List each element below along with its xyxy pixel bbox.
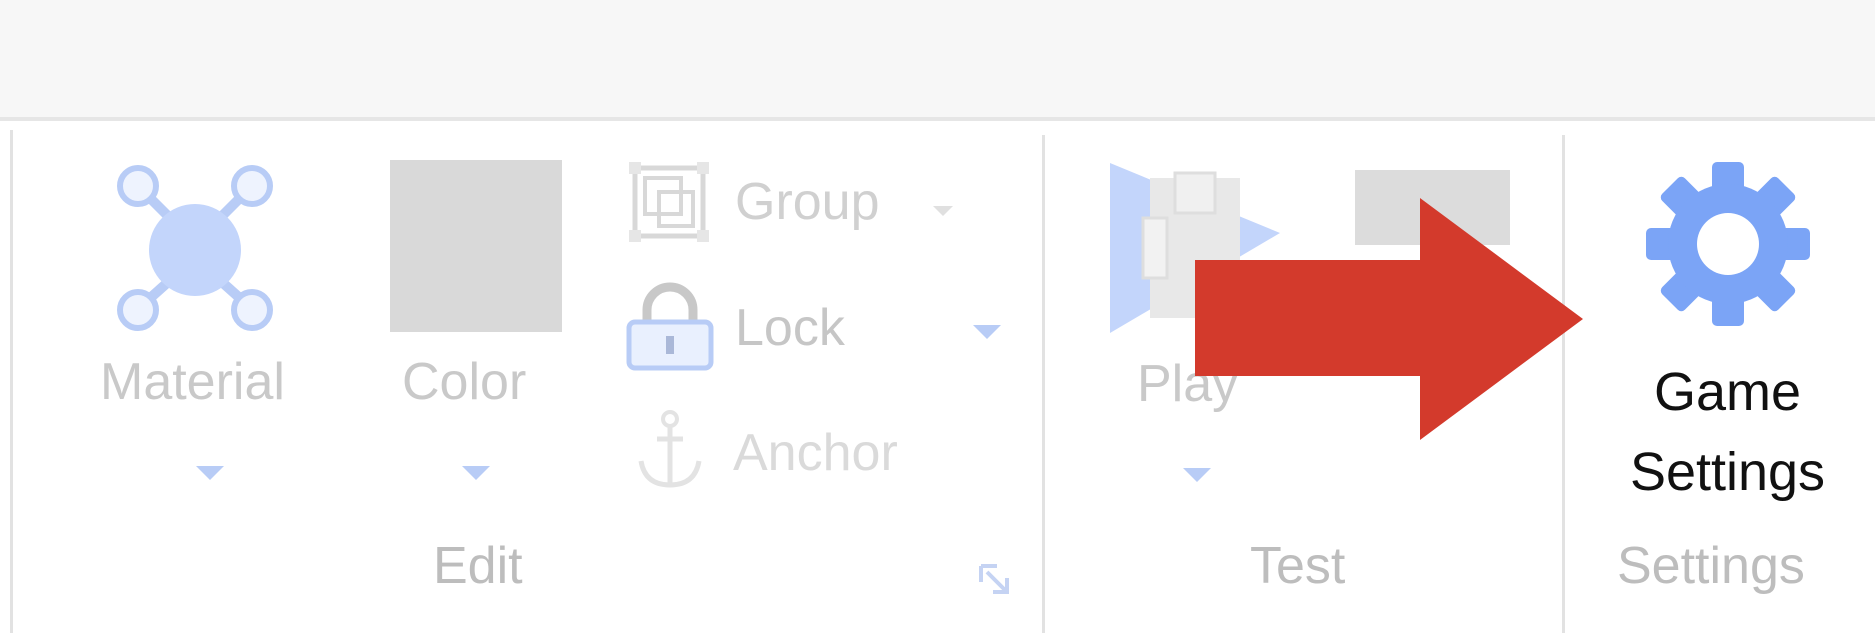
lock-button[interactable]: Lock — [625, 280, 1005, 375]
color-swatch — [390, 160, 562, 332]
group-button[interactable]: Group — [625, 158, 965, 248]
group-icon — [629, 162, 709, 242]
group-dropdown-caret[interactable] — [933, 206, 953, 216]
color-label: Color — [402, 353, 527, 411]
anchor-button[interactable]: Anchor — [625, 405, 945, 495]
play-dropdown-caret[interactable] — [1183, 468, 1211, 482]
game-settings-label-line2: Settings — [1629, 442, 1826, 502]
color-dropdown-caret[interactable] — [462, 466, 490, 480]
edit-group-label: Edit — [433, 537, 523, 595]
material-label: Material — [100, 353, 285, 411]
game-settings-label-line1: Game — [1653, 362, 1802, 422]
lock-label: Lock — [735, 299, 845, 357]
color-button[interactable]: Color — [390, 350, 562, 495]
gear-icon — [1646, 162, 1810, 326]
anchor-icon — [638, 410, 702, 488]
lock-icon — [626, 282, 714, 371]
group-label: Group — [735, 173, 880, 231]
material-button[interactable]: Material — [90, 150, 330, 495]
dialog-launcher-icon[interactable] — [975, 560, 1015, 600]
lock-dropdown-caret[interactable] — [973, 325, 1001, 339]
material-icon — [117, 165, 273, 331]
anchor-label: Anchor — [733, 424, 898, 482]
toolbar-top-strip — [0, 0, 1875, 121]
material-dropdown-caret[interactable] — [196, 466, 224, 480]
edit-test-divider — [1042, 135, 1045, 633]
settings-group-label: Settings — [1617, 537, 1805, 595]
game-settings-label: Game Settings — [1590, 352, 1865, 512]
ribbon-left-border — [10, 130, 13, 633]
test-group-label: Test — [1250, 537, 1346, 595]
red-arrow-icon — [1195, 198, 1583, 440]
